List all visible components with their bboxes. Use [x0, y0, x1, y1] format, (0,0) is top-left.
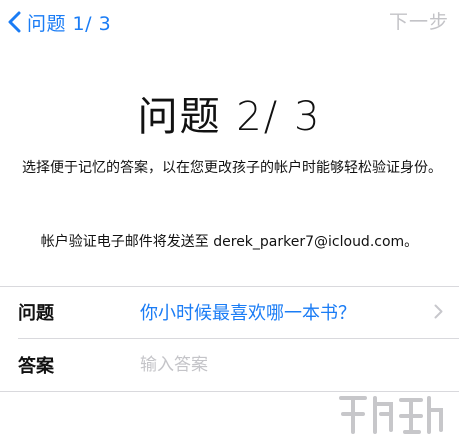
question-value[interactable]: 你小时候最喜欢哪一本书？ [140, 299, 356, 325]
email-note: 帐户验证电子邮件将发送至 derek_parker7@icloud.com。 [40, 234, 419, 250]
description-text: 选择便于记忆的答案，以在您更改孩子的帐户时能够轻松验证身份。 [22, 160, 442, 176]
navigation-bar: 问题 1/ 3 下一步 [0, 0, 459, 44]
chevron-left-icon [8, 11, 21, 33]
question-row[interactable]: 问题 你小时候最喜欢哪一本书？ [0, 286, 459, 338]
chevron-right-icon [434, 304, 443, 319]
watermark-logo [339, 396, 443, 434]
question-label: 问题 [18, 303, 54, 324]
answer-label: 答案 [18, 356, 54, 377]
back-button[interactable]: 问题 1/ 3 [8, 8, 111, 36]
next-button[interactable]: 下一步 [389, 8, 449, 36]
back-button-label: 问题 1/ 3 [27, 12, 112, 35]
answer-input[interactable] [140, 355, 420, 375]
page-title: 问题 2/ 3 [137, 94, 322, 140]
answer-row: 答案 [0, 339, 459, 391]
